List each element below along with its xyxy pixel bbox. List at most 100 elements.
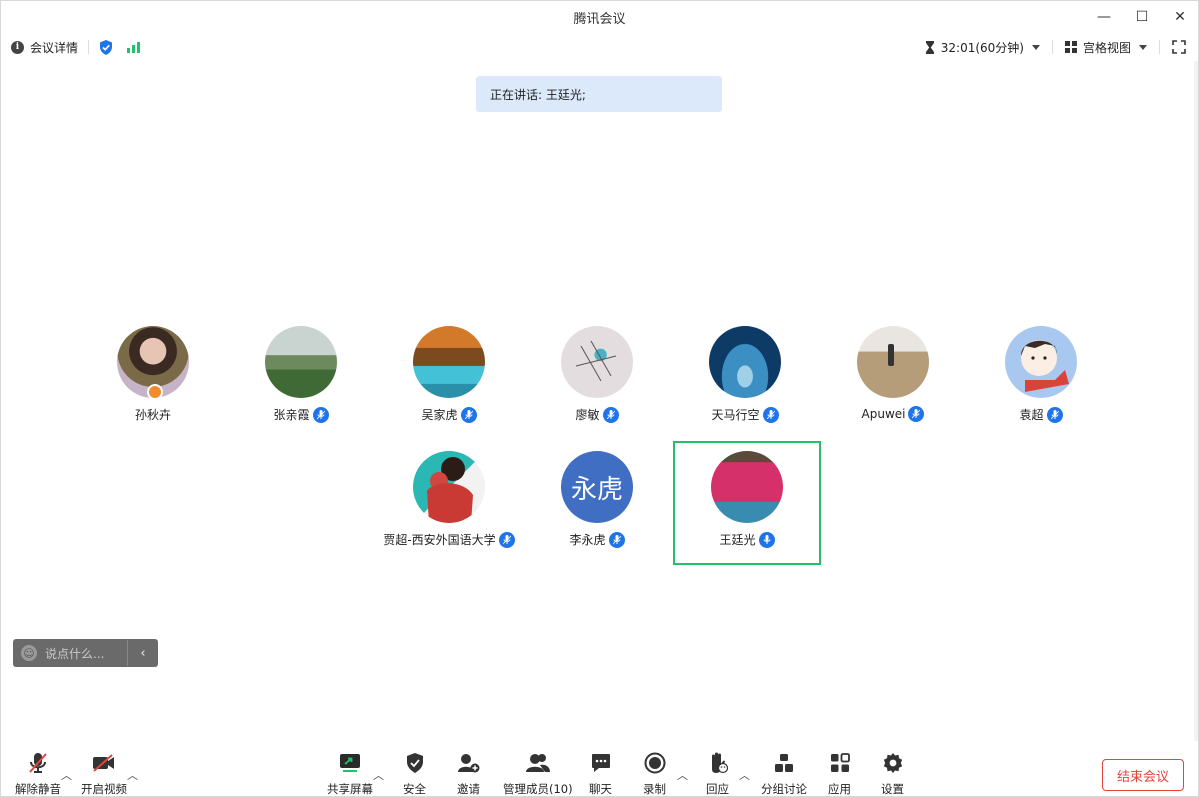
scrollbar[interactable] [1194, 61, 1198, 741]
speaking-text: 正在讲话: 王廷光; [490, 87, 586, 102]
participant-tile[interactable]: 孙秋卉 [79, 316, 227, 440]
timer-text: 32:01(60分钟) [940, 40, 1024, 55]
meeting-details-label: 会议详情 [30, 40, 79, 55]
start-video-label: 开启视频 [81, 782, 127, 796]
manage-members-button[interactable]: 管理成员(10) [503, 749, 573, 797]
participant-tile[interactable]: 袁超 [967, 316, 1115, 440]
apps-grid-icon [830, 749, 850, 777]
end-meeting-button[interactable]: 结束会议 [1102, 759, 1184, 791]
participant-name: 张亲霞 [273, 408, 310, 422]
avatar [857, 326, 929, 398]
participant-name: Apuwei [861, 407, 906, 421]
chat-button[interactable]: 聊天 [589, 749, 612, 797]
invite-button[interactable]: 邀请 [457, 749, 480, 797]
meeting-details-button[interactable]: i 会议详情 [11, 39, 78, 56]
minimize-icon[interactable]: — [1096, 9, 1112, 25]
participant-tile[interactable]: Apuwei [819, 316, 967, 440]
video-off-icon [92, 749, 116, 777]
chat-label: 聊天 [589, 782, 612, 796]
avatar [1005, 326, 1077, 398]
top-toolbar: i 会议详情 32:01(60分钟) 宫格视图 [1, 33, 1198, 61]
chevron-up-icon[interactable]: ︿ [373, 767, 384, 783]
reactions-button[interactable]: 回应 [706, 749, 729, 797]
apps-label: 应用 [828, 782, 851, 796]
start-video-button[interactable]: 开启视频 [81, 749, 127, 797]
shield-icon[interactable] [99, 39, 113, 55]
meeting-window: 腾讯会议 — ☐ ✕ i 会议详情 32:01(60分钟) 宫格视图 正在讲话:… [0, 0, 1199, 797]
participant-tile[interactable]: 天马行空 [671, 316, 819, 440]
grid-view-icon [1064, 41, 1077, 53]
chat-placeholder[interactable]: 说点什么... [45, 645, 104, 662]
add-user-icon [457, 749, 480, 777]
hourglass-icon [925, 40, 935, 54]
host-badge-icon [147, 384, 163, 398]
participant-name: 孙秋卉 [134, 408, 171, 422]
avatar [709, 326, 781, 398]
chevron-down-icon [1139, 44, 1147, 50]
record-label: 录制 [643, 782, 666, 796]
chevron-left-icon[interactable]: ‹ [128, 646, 158, 661]
unmute-button[interactable]: 解除静音 [15, 749, 61, 797]
view-mode-dropdown[interactable]: 宫格视图 [1064, 39, 1147, 56]
record-button[interactable]: 录制 [643, 749, 666, 797]
active-speaker-tile[interactable]: 王廷光 [673, 441, 821, 565]
participant-name: 贾超-西安外国语大学 [383, 533, 496, 547]
security-button[interactable]: 安全 [403, 749, 426, 797]
chat-icon [591, 749, 611, 777]
participant-tile[interactable]: 吴家虎 [375, 316, 523, 440]
divider [1051, 40, 1053, 54]
maximize-icon[interactable]: ☐ [1134, 9, 1150, 25]
participant-tile[interactable]: 贾超-西安外国语大学 [375, 441, 523, 565]
timer-dropdown[interactable]: 32:01(60分钟) [925, 39, 1040, 56]
participant-tile[interactable]: 张亲霞 [227, 316, 375, 440]
invite-label: 邀请 [457, 782, 480, 796]
avatar [265, 326, 337, 398]
avatar [561, 326, 633, 398]
participant-name: 李永虎 [569, 533, 606, 547]
window-title: 腾讯会议 [573, 11, 626, 27]
avatar: 永虎 [561, 451, 633, 523]
unmute-label: 解除静音 [15, 782, 61, 796]
apps-button[interactable]: 应用 [828, 749, 851, 797]
info-icon: i [11, 40, 24, 54]
chevron-up-icon[interactable]: ︿ [61, 767, 72, 783]
settings-label: 设置 [881, 782, 904, 796]
chat-input-bar[interactable]: ☺ 说点什么... ‹ [13, 639, 158, 667]
chevron-up-icon[interactable]: ︿ [127, 767, 138, 783]
breakout-label: 分组讨论 [761, 782, 807, 796]
fullscreen-icon[interactable] [1172, 40, 1186, 54]
record-icon [644, 749, 666, 777]
mic-icon [608, 531, 625, 548]
title-bar: 腾讯会议 — ☐ ✕ [1, 1, 1198, 33]
gear-icon [882, 749, 904, 777]
manage-members-label: 管理成员(10) [503, 782, 573, 796]
mic-icon [312, 406, 329, 423]
right-tools: 32:01(60分钟) 宫格视图 [925, 33, 1186, 61]
avatar [117, 326, 189, 398]
end-meeting-label: 结束会议 [1116, 769, 1169, 785]
participant-tile[interactable]: 廖敏 [523, 316, 671, 440]
divider [1159, 40, 1160, 54]
share-screen-button[interactable]: 共享屏幕 [327, 749, 373, 797]
emoji-icon[interactable]: ☺ [21, 645, 37, 661]
close-icon[interactable]: ✕ [1172, 9, 1188, 25]
chevron-up-icon[interactable]: ︿ [739, 767, 750, 783]
chevron-up-icon[interactable]: ︿ [677, 767, 688, 783]
participant-name: 袁超 [1019, 408, 1044, 422]
avatar [413, 326, 485, 398]
avatar-initials: 永虎 [570, 474, 623, 505]
divider [88, 40, 90, 54]
speaking-banner: 正在讲话: 王廷光; [476, 76, 722, 112]
mic-icon [460, 406, 477, 423]
mic-icon [1046, 406, 1063, 423]
signal-icon[interactable] [127, 41, 141, 53]
avatar [413, 451, 485, 523]
avatar [711, 451, 783, 523]
settings-button[interactable]: 设置 [881, 749, 904, 797]
participant-tile[interactable]: 永虎 李永虎 [523, 441, 671, 565]
participant-name: 王廷光 [719, 533, 756, 547]
control-bar: 解除静音 ︿ 开启视频 ︿ 共享屏幕 ︿ 安全 邀请 管理成员(10) 聊天 录… [1, 749, 1198, 797]
breakout-button[interactable]: 分组讨论 [761, 749, 807, 797]
mic-icon [762, 406, 779, 423]
mic-icon [602, 406, 619, 423]
